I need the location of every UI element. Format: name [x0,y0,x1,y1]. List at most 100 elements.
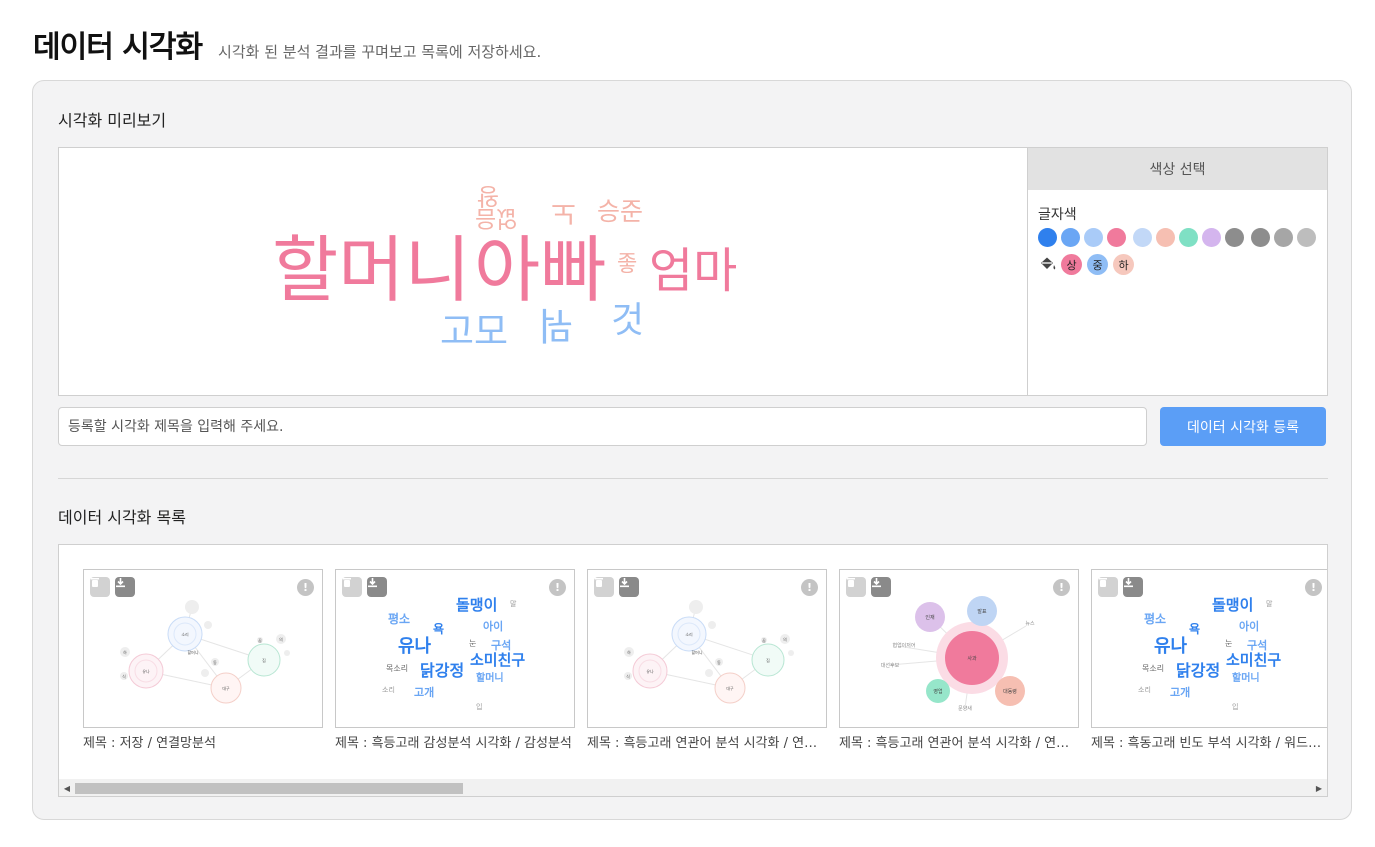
page-title: 데이터 시각화 [33,30,203,65]
color-swatch[interactable] [1061,228,1080,247]
node-label: 할머니 [691,649,702,655]
color-swatch[interactable] [1084,228,1103,247]
info-button[interactable]: ! [549,579,566,596]
size-medium-button[interactable]: 중 [1087,254,1108,275]
thumb-word: 평소 [1144,612,1166,626]
visualization-list: 소리 할머니 유나 대구 짐 하 식 동 꿈 의 ! 제목: 저장 / 연결망… [58,544,1328,797]
visualization-card[interactable]: 소리 할머니 유나 대구 짐 하 식 동 꿈 의 [83,569,323,751]
node-label: 동 [717,660,721,665]
thumb-word: 말 [1266,600,1273,608]
download-button[interactable] [367,577,387,597]
thumb-word: 목소리 [1142,664,1164,673]
card-title: 제목 : 흑등고래 감성분석 시각화 / 감성분석 [335,736,572,751]
color-swatch[interactable] [1133,228,1152,247]
trash-icon [595,578,603,587]
horizontal-scrollbar[interactable]: ◀ ▶ [59,779,1327,796]
color-swatch[interactable] [1107,228,1126,247]
color-swatch[interactable] [1225,228,1244,247]
paint-bucket-icon[interactable] [1038,256,1056,274]
bubble-label: 뉴스 [1025,621,1035,627]
node-label: 대구 [726,685,734,691]
node-label: 소리 [685,631,693,637]
card-thumbnail[interactable]: 소리 할머니 유나 대구 짐 하 식 동 꿈 의 ! [587,569,827,728]
card-track: 소리 할머니 유나 대구 짐 하 식 동 꿈 의 ! 제목: 저장 / 연결망… [83,569,1327,751]
download-button[interactable] [871,577,891,597]
visualization-panel: 시각화 미리보기 할머니 아빠 엄마 승준 노 왕 없음 좋 고모 뭐 것 색상… [32,80,1352,820]
thumb-word: 할머니 [476,671,504,684]
delete-button[interactable] [846,577,866,597]
download-button[interactable] [619,577,639,597]
delete-button[interactable] [1098,577,1118,597]
delete-button[interactable] [594,577,614,597]
card-thumbnail[interactable]: 돌맹이 평소 욕 아이 유나 구석 소미친구 닭강정 할머니 목소리 고개 소리 [1091,569,1327,728]
info-button[interactable]: ! [297,579,314,596]
visualization-card[interactable]: 소리 할머니 유나 대구 짐 하 식 동 꿈 의 [587,569,827,751]
thumb-word: 입 [1232,703,1238,711]
visualization-card[interactable]: 돌맹이 평소 욕 아이 유나 구석 소미친구 닭강정 할머니 목소리 고개 소리 [335,569,575,751]
color-swatch[interactable] [1297,228,1316,247]
visualization-card[interactable]: 사과 인재 발표 영업 대동령 뉴스 문양새 협업이저어 대선후보 ! 제목:… [839,569,1079,751]
scroll-right-icon[interactable]: ▶ [1314,783,1324,793]
card-thumbnail[interactable]: 사과 인재 발표 영업 대동령 뉴스 문양새 협업이저어 대선후보 ! [839,569,1079,728]
info-button[interactable]: ! [1305,579,1322,596]
register-visualization-button[interactable]: 데이터 시각화 등록 [1160,407,1326,446]
scroll-left-icon[interactable]: ◀ [62,783,72,793]
thumb-word: 고개 [1170,685,1190,699]
bubble-label: 영업 [933,688,942,695]
download-button[interactable] [1123,577,1143,597]
trash-icon [343,578,351,587]
bubble-label: 협업이저어 [892,642,915,649]
info-button[interactable]: ! [1053,579,1070,596]
thumb-word: 욕 [433,621,444,636]
card-thumbnail[interactable]: 소리 할머니 유나 대구 짐 하 식 동 꿈 의 ! [83,569,323,728]
thumb-word: 아이 [1239,619,1259,633]
size-row: 상 중 하 [1038,254,1134,275]
node-label: 소리 [181,631,189,637]
thumb-word: 고개 [414,685,434,699]
word-gomo: 고모 [440,310,509,353]
thumb-word: 할머니 [1232,671,1260,684]
info-button[interactable]: ! [801,579,818,596]
text-color-label: 글자색 [1038,207,1077,223]
bubble-label: 발표 [977,608,987,615]
node-label: 짐 [766,657,770,663]
color-swatch[interactable] [1274,228,1293,247]
thumb-word: 구석 [1247,638,1267,652]
thumb-word: 소미친구 [470,651,525,669]
delete-button[interactable] [342,577,362,597]
color-swatch[interactable] [1251,228,1270,247]
thumb-word: 소리 [1138,685,1151,694]
node-label: 꿈 [258,638,262,643]
thumb-word: 말 [510,600,517,608]
delete-button[interactable] [90,577,110,597]
thumb-word: 돌맹이 [456,596,497,614]
bubble-label: 사과 [967,655,977,662]
download-icon [368,578,377,588]
thumb-word: 욕 [1189,621,1200,636]
word-joh: 좋 [617,252,638,277]
bubble-label: 인재 [925,614,935,621]
download-button[interactable] [115,577,135,597]
color-swatch[interactable] [1038,228,1057,247]
color-swatch[interactable] [1179,228,1198,247]
color-swatch[interactable] [1202,228,1221,247]
color-swatch[interactable] [1156,228,1175,247]
node-label: 의 [783,636,787,642]
card-title: 제목 : 흑동고래 빈도 부석 시각화 / 워드클라우드 [1091,736,1327,751]
word-appa: 아빠 [474,228,607,312]
thumb-word: 눈 [469,639,476,648]
size-small-button[interactable]: 하 [1113,254,1134,275]
thumb-word: 소리 [382,685,395,694]
word-geot: 것 [611,300,645,341]
thumb-word: 구석 [491,638,511,652]
card-thumbnail[interactable]: 돌맹이 평소 욕 아이 유나 구석 소미친구 닭강정 할머니 목소리 고개 소리 [335,569,575,728]
thumb-word: 돌맹이 [1212,596,1253,614]
visualization-title-input[interactable] [58,407,1147,446]
word-seungjun: 승준 [597,197,644,226]
bubble-label: 대선후보 [881,662,900,669]
size-large-button[interactable]: 상 [1061,254,1082,275]
thumb-word: 평소 [388,612,410,626]
node-label: 식 [626,673,630,679]
visualization-card[interactable]: 돌맹이 평소 욕 아이 유나 구석 소미친구 닭강정 할머니 목소리 고개 소리 [1091,569,1327,751]
scrollbar-thumb[interactable] [75,783,463,794]
